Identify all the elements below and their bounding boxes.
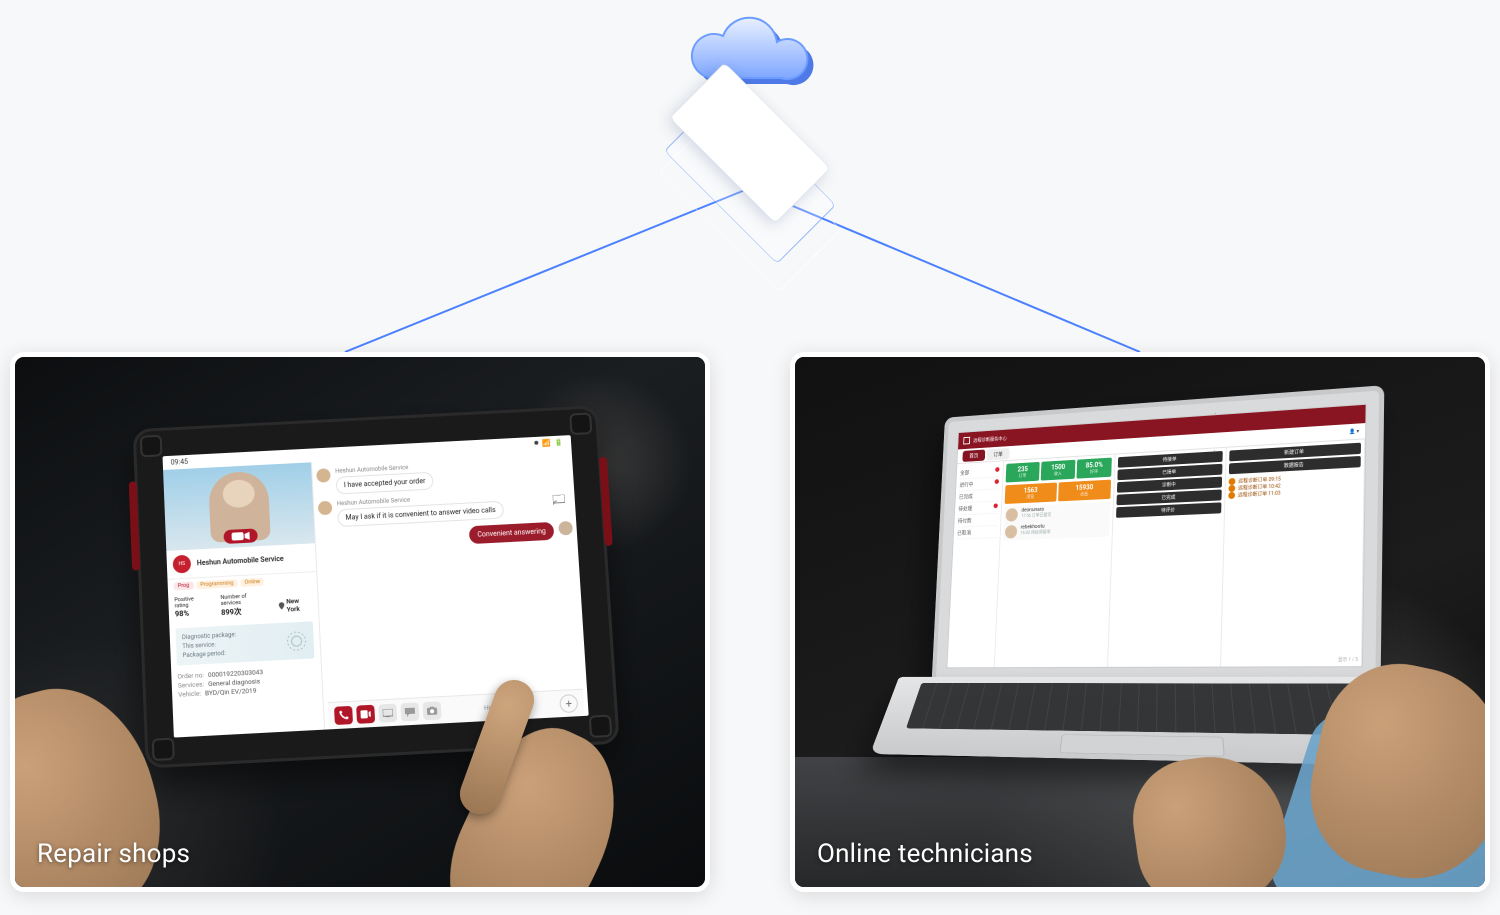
laptop-screen: 远程诊断服务中心 首页 订单 👤 ▾ 全部进行中已完成待处理待付款已取消 235… [946,404,1366,669]
tag-b: Programming [196,579,238,589]
online-technicians-card: 远程诊断服务中心 首页 订单 👤 ▾ 全部进行中已完成待处理待付款已取消 235… [790,352,1490,892]
camera-button[interactable] [422,701,441,720]
pagination: 显示 1 / 5 [1224,657,1358,664]
chat-message: Heshun Automobile ServiceI have accepted… [316,457,549,496]
services-value: 899次 [221,605,266,618]
repair-shops-caption: Repair shops [37,839,190,869]
order-veh-value: BYD/Qin EV/2019 [205,687,257,698]
rating-label: Positive rating [174,596,194,609]
order-no-label: Order no: [177,671,204,680]
app-logo-icon [963,437,970,445]
cloud-node [610,8,890,208]
stat-box: 85.0%好评 [1076,458,1111,479]
stat-box: 235订单 [1006,462,1040,483]
app-title: 远程诊断服务中心 [973,435,1007,444]
repair-shops-card: 09:45 📶🔋 HS Heshun Automobile [10,352,710,892]
order-svc-label: Services: [178,680,205,689]
shop-name: Heshun Automobile Service [197,555,284,567]
tab-home[interactable]: 首页 [962,449,985,461]
package-card[interactable]: Diagnostic package:This service:Package … [176,621,315,665]
chat-button[interactable] [400,702,419,721]
status-chip[interactable]: 待评价 [1116,502,1221,517]
shop-location: New York [279,596,313,614]
technician-photo [163,462,315,551]
chat-panel: Heshun Automobile ServiceI have accepted… [312,449,589,730]
tag-a: Prog [174,581,194,590]
cast-icon[interactable] [553,495,566,507]
cloud-platform [650,86,850,156]
stat-box: 1563浏览 [1005,483,1057,504]
shop-logo: HS [173,555,192,574]
user-menu-icon[interactable]: 👤 ▾ [1349,428,1359,435]
chat-message: Heshun Automobile ServiceMay I ask if it… [318,489,552,528]
stamp-icon [285,629,308,652]
more-button[interactable]: + [559,694,578,713]
tablet-device: 09:45 📶🔋 HS Heshun Automobile [133,405,620,768]
status-time: 09:45 [171,458,189,467]
nav-item[interactable]: 已取消 [957,526,997,540]
avatar [316,468,331,482]
stat-box: 15930点击 [1058,480,1111,502]
chat-message-own: Convenient answering [469,521,573,544]
video-call-button[interactable] [356,705,375,724]
voice-call-button[interactable] [334,706,353,725]
status-icons: 📶🔋 [534,438,564,447]
status-column: 待接单已接单诊断中已完成待评价 [1108,448,1227,667]
tag-c: Online [240,578,264,587]
rating-value: 98% [175,608,207,619]
avatar [318,501,333,516]
order-veh-label: Vehicle: [178,690,201,699]
video-call-icon[interactable] [223,528,257,544]
stat-box: 1500收入 [1041,460,1076,481]
avatar [558,521,573,536]
tab-orders[interactable]: 订单 [986,447,1009,460]
user-row[interactable]: rebekhootu16:02 待技师接单 [1003,519,1110,540]
screen-share-button[interactable] [378,704,397,723]
online-technicians-caption: Online technicians [817,839,1033,869]
